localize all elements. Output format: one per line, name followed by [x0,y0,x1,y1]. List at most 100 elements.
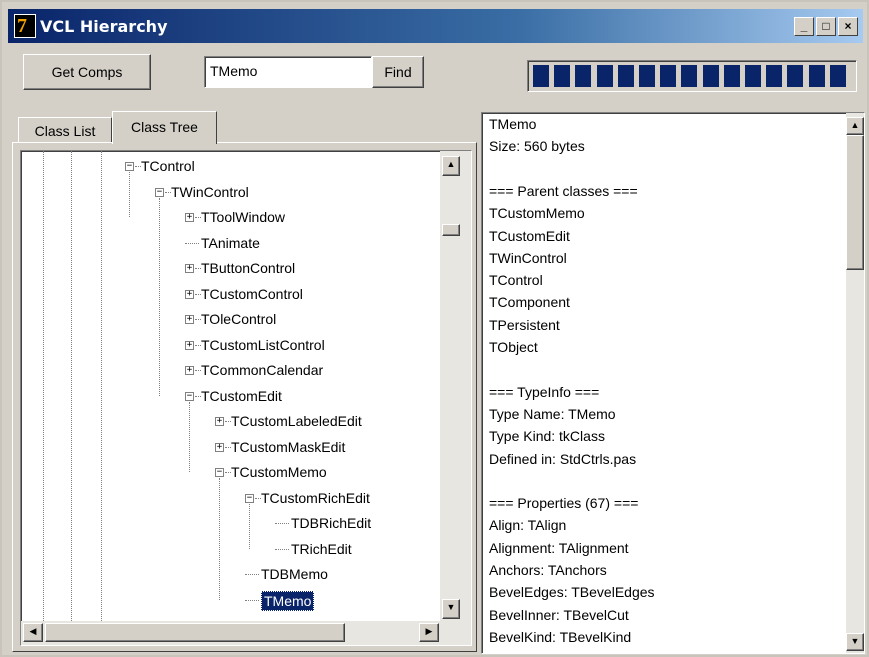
info-line: Anchors: TAnchors [489,562,607,578]
tree-guide-line [101,151,102,621]
minimize-button[interactable]: _ [794,17,814,36]
tree-node[interactable]: TRichEdit [291,540,352,558]
tree-node[interactable]: TWinControl [171,183,249,201]
class-tree-view[interactable]: − TControl − TWinControl + TToolWindow TAnimat… [20,150,472,646]
tree-branch-line [275,523,289,524]
expand-plus-icon[interactable]: + [185,213,194,222]
title-bar[interactable]: 7 VCL Hierarchy _ □ × [8,9,863,43]
info-line: Size: 560 bytes [489,138,585,155]
info-line: TComponent [489,294,570,311]
tree-node[interactable]: TOleControl [201,310,276,328]
expand-plus-icon[interactable]: + [185,264,194,273]
scroll-up-icon[interactable]: ▲ [442,156,460,176]
find-button[interactable]: Find [372,56,424,88]
tree-horizontal-scrollbar[interactable]: ◀ ▶ [21,621,471,645]
tree-node-selected[interactable]: TMemo [261,590,315,611]
info-line: BevelKind: TBevelKind [489,628,632,645]
collapse-minus-icon[interactable]: − [155,187,164,197]
tree-connector-line [249,503,250,549]
search-input-value: TMemo [210,63,258,79]
info-line: TObject [489,339,538,355]
info-line: TControl [489,272,543,289]
tree-node[interactable]: TCustomControl [201,285,303,303]
progress-segment [660,65,677,87]
maximize-button[interactable]: □ [816,17,836,36]
tree-scroll-thumb[interactable] [442,224,460,236]
info-vertical-scrollbar[interactable]: ▲ ▼ [846,113,864,653]
progress-segment [681,65,698,87]
collapse-minus-icon[interactable]: − [245,493,254,503]
tab-class-list[interactable]: Class List [18,117,112,143]
expand-plus-icon[interactable]: + [215,442,224,452]
tree-connector-line [159,197,160,396]
tree-node[interactable]: TDBMemo [261,565,328,583]
tree-node[interactable]: TAnimate [201,234,260,252]
expand-plus-icon[interactable]: + [185,366,194,375]
progress-segment [808,65,825,87]
tree-node[interactable]: TButtonControl [201,259,295,277]
tree-connector-line [189,401,190,472]
tree-connector-line [219,478,220,600]
expand-plus-icon[interactable]: + [215,417,224,426]
info-scroll-thumb[interactable] [846,135,864,270]
tree-node[interactable]: TControl [141,157,195,175]
tree-node[interactable]: TCommonCalendar [201,361,323,379]
info-line: TCustomMemo [489,205,585,222]
tree-node[interactable]: TCustomEdit [201,387,282,405]
info-line: TPersistent [489,316,560,333]
tree-node[interactable]: TCustomMaskEdit [231,438,345,456]
tree-branch-line [245,574,259,575]
progress-segment [596,65,613,87]
info-line: === Parent classes === [489,182,638,199]
info-line: Type Name: TMemo [489,405,616,422]
tree-branch-line [185,242,199,244]
collapse-minus-icon[interactable]: − [215,468,224,477]
tree-node[interactable]: TCustomLabeledEdit [231,412,362,430]
info-line: === TypeInfo === [489,383,600,400]
tree-node[interactable]: TCustomListControl [201,336,325,354]
collapse-minus-icon[interactable]: − [125,162,134,171]
tree-node[interactable]: TToolWindow [201,208,285,226]
close-button[interactable]: × [838,17,858,36]
progress-segment [745,65,761,87]
info-scroll-up-icon[interactable]: ▲ [846,117,864,135]
scroll-right-icon[interactable]: ▶ [419,623,439,642]
app-icon[interactable]: 7 [14,14,36,38]
progress-segment [787,65,804,87]
expand-plus-icon[interactable]: + [185,340,194,350]
progress-segment [575,65,592,87]
scroll-down-icon[interactable]: ▼ [442,599,460,619]
info-line: Alignment: TAlignment [489,539,629,556]
info-scroll-down-icon[interactable]: ▼ [846,633,864,651]
tree-hscroll-thumb[interactable] [45,623,345,642]
tree-node[interactable]: TCustomMemo [231,463,327,481]
get-comps-button[interactable]: Get Comps [23,54,151,90]
tab-class-tree[interactable]: Class Tree [112,111,217,144]
progress-segment [766,65,783,87]
info-line: Type Kind: tkClass [489,428,605,445]
tree-canvas: − TControl − TWinControl + TToolWindow TAnimat… [21,151,441,632]
tree-branch-line [275,548,289,550]
tree-branch-line [245,599,259,601]
expand-plus-icon[interactable]: + [185,289,194,299]
progress-segment [829,65,846,87]
search-input[interactable]: TMemo [204,56,372,88]
info-line: TMemo [489,116,537,132]
progress-segment [617,65,634,87]
tree-node[interactable]: TDBRichEdit [291,514,371,532]
tree-vertical-scrollbar[interactable]: ▲ ▼ [440,151,471,621]
scroll-left-icon[interactable]: ◀ [23,623,43,642]
info-line: === Properties (67) === [489,495,639,512]
info-line: Align: TAlign [489,517,567,534]
tree-node[interactable]: TCustomRichEdit [261,489,370,507]
tree-guide-line [43,151,44,621]
progress-segment [533,65,549,87]
progress-bar [527,60,857,92]
info-line: BevelEdges: TBevelEdges [489,584,655,601]
progress-segment [702,65,719,87]
progress-segment [554,65,571,87]
collapse-minus-icon[interactable]: − [185,391,194,401]
tree-guide-line [71,151,72,621]
tree-connector-line [129,172,130,217]
expand-plus-icon[interactable]: + [185,315,194,324]
